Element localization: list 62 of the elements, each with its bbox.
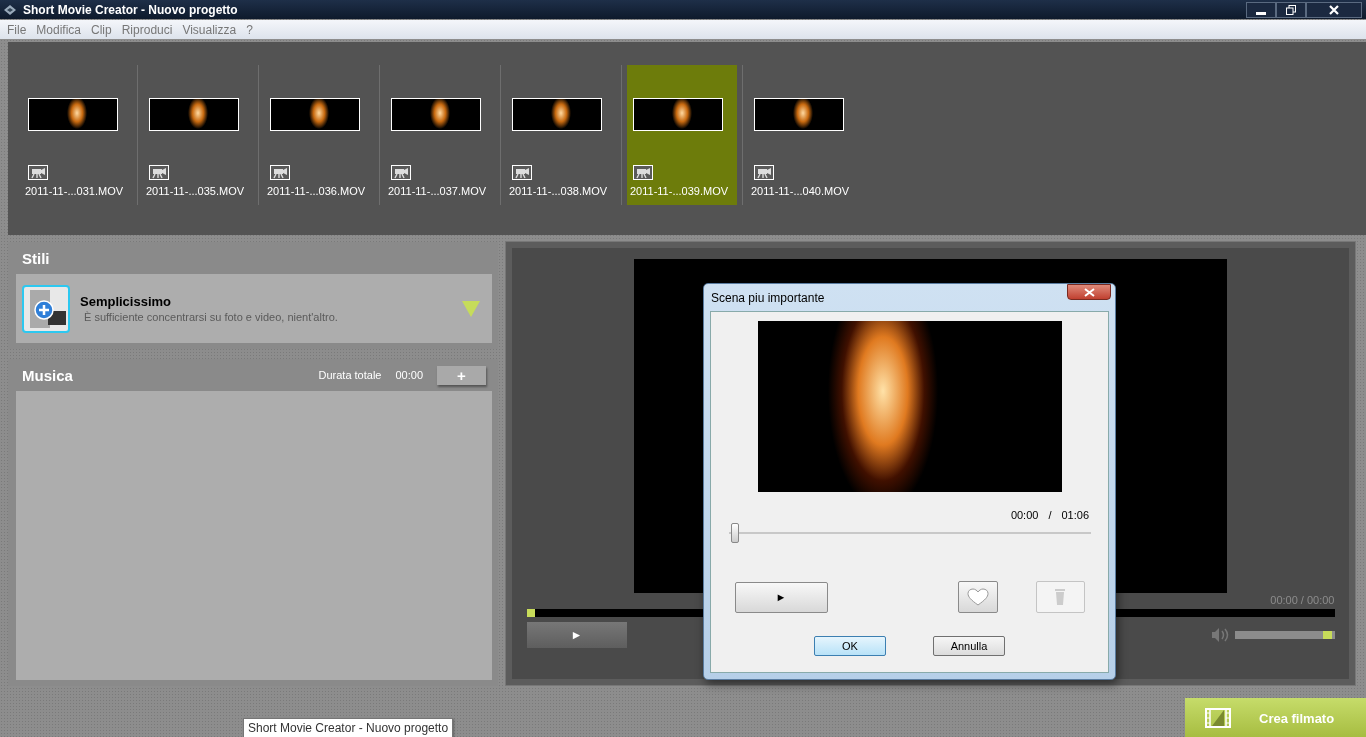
minimize-button[interactable]: [1246, 1, 1276, 18]
close-icon: [1329, 4, 1339, 15]
window-title: Short Movie Creator - Nuovo progetto: [23, 2, 239, 17]
tooltip: Short Movie Creator - Nuovo progetto: [243, 718, 454, 737]
menu-item[interactable]: File: [2, 22, 32, 37]
current-time: 00:00: [1010, 509, 1039, 521]
duration-value: 00:00: [395, 369, 423, 381]
menu-item[interactable]: Clip: [86, 22, 117, 37]
clip-name: 2011-11-...037.MOV: [388, 185, 487, 197]
play-button[interactable]: ►: [526, 622, 627, 648]
menu-item[interactable]: Riproduci: [116, 22, 178, 37]
video-tile[interactable]: 2011-11-...039.MOV: [627, 65, 737, 205]
clip-name: 2011-11-...031.MOV: [25, 185, 124, 197]
menu-item[interactable]: Modifica: [31, 22, 87, 37]
panel-title: Musica: [22, 366, 74, 384]
style-description: È sufficiente concentrarsi su foto e video, nient'altro.: [84, 311, 338, 323]
restore-icon: [1286, 4, 1296, 15]
video-tile[interactable]: 2011-11-...040.MOV: [748, 65, 858, 205]
video-camera-icon: [633, 165, 653, 180]
video-camera-icon: [270, 165, 290, 180]
volume-slider[interactable]: [1234, 631, 1335, 639]
film-icon: [1205, 708, 1231, 728]
close-icon: [1083, 287, 1095, 297]
dialog-button[interactable]: OK: [814, 636, 886, 656]
volume-thumb[interactable]: [1322, 631, 1332, 639]
style-card[interactable]: Semplicissimo È sufficiente concentrarsi su foto e video, nient'altro.: [16, 274, 492, 343]
minimize-icon: [1256, 11, 1266, 15]
play-button[interactable]: ►: [734, 581, 828, 613]
video-tile[interactable]: 2011-11-...035.MOV: [143, 65, 253, 205]
restore-button[interactable]: [1276, 1, 1306, 18]
video-camera-icon: [512, 165, 532, 180]
time-separator: /: [1048, 509, 1052, 521]
clip-name: 2011-11-...038.MOV: [509, 185, 608, 197]
app-icon: [3, 3, 17, 16]
video-camera-icon: [391, 165, 411, 180]
clip-name: 2011-11-...040.MOV: [751, 185, 850, 197]
film-add-icon: [22, 284, 70, 333]
close-button[interactable]: [1306, 1, 1362, 18]
menu-item[interactable]: ?: [241, 22, 258, 37]
dialog-button[interactable]: Annulla: [933, 636, 1005, 656]
duration-label: Durata totale: [318, 369, 382, 381]
video-tile[interactable]: 2011-11-...038.MOV: [506, 65, 616, 205]
clip-name: 2011-11-...035.MOV: [146, 185, 245, 197]
panel-title: Stili: [22, 249, 50, 267]
total-time: 01:06: [1061, 509, 1089, 521]
menu-item[interactable]: Visualizza: [177, 22, 242, 37]
clip-name: 2011-11-...036.MOV: [267, 185, 366, 197]
close-button[interactable]: [1067, 284, 1111, 300]
heart-button[interactable]: [957, 581, 998, 613]
seek-thumb[interactable]: [730, 523, 739, 543]
video-camera-icon: [28, 165, 48, 180]
time-display: 00:00 / 00:00: [1270, 594, 1335, 606]
video-tile[interactable]: 2011-11-...031.MOV: [22, 65, 132, 205]
style-name: Semplicissimo: [80, 294, 173, 309]
video-tile[interactable]: 2011-11-...036.MOV: [264, 65, 374, 205]
video-camera-icon: [754, 165, 774, 180]
clip-name: 2011-11-...039.MOV: [630, 185, 729, 197]
video-tile[interactable]: 2011-11-...037.MOV: [385, 65, 495, 205]
speaker-icon: [1211, 628, 1229, 642]
dialog-title: Scena piu importante: [711, 290, 826, 305]
video-camera-icon: [149, 165, 169, 180]
heart-icon: [966, 588, 989, 606]
